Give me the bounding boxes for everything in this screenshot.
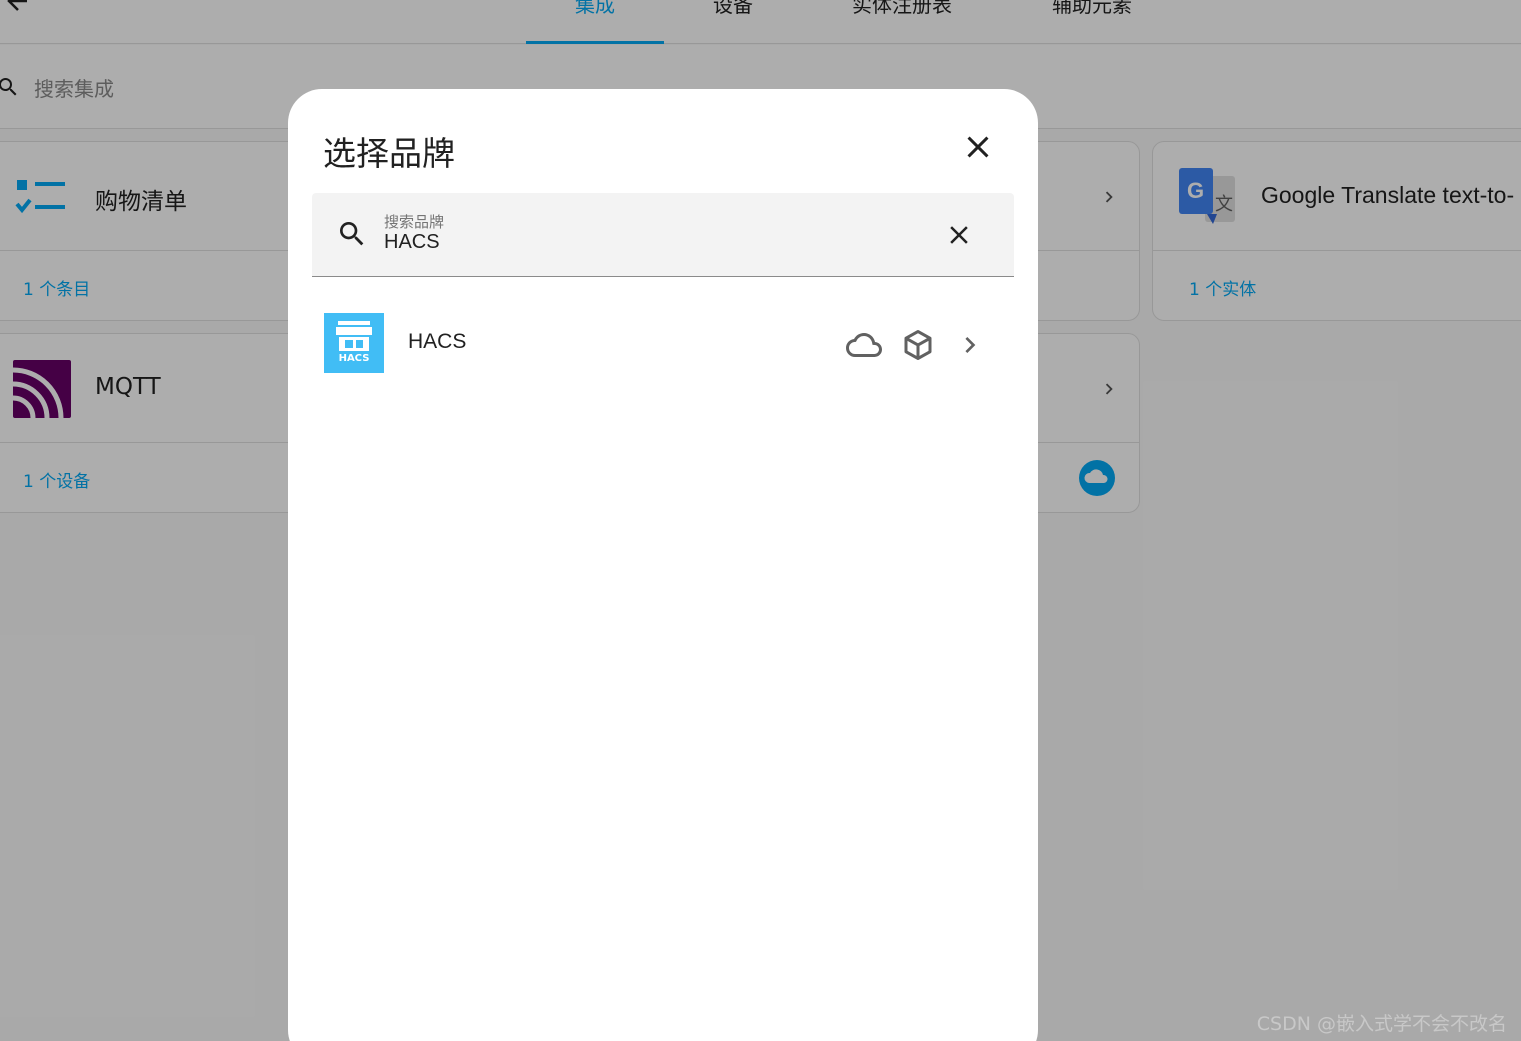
storefront-icon [336, 321, 372, 351]
package-variant-icon [904, 330, 932, 360]
result-name: HACS [408, 330, 467, 353]
search-icon [340, 222, 364, 246]
cloud-outline-icon [846, 333, 882, 357]
brand-search-field[interactable]: 搜索品牌 [312, 193, 1014, 277]
field-label: 搜索品牌 [384, 213, 445, 231]
logo-text: HACS [338, 353, 370, 364]
chevron-right-icon[interactable] [954, 329, 986, 361]
watermark: CSDN @嵌入式学不会不改名 [1256, 1013, 1507, 1035]
list-item[interactable]: HACS HACS [312, 307, 1014, 381]
clear-icon[interactable] [944, 220, 974, 250]
select-brand-dialog: 选择品牌 搜索品牌 HACS HACS [288, 89, 1038, 1041]
hacs-logo-icon: HACS [324, 313, 384, 373]
close-icon[interactable] [960, 129, 996, 165]
brand-search-input[interactable] [384, 231, 884, 254]
dialog-title: 选择品牌 [323, 134, 455, 173]
